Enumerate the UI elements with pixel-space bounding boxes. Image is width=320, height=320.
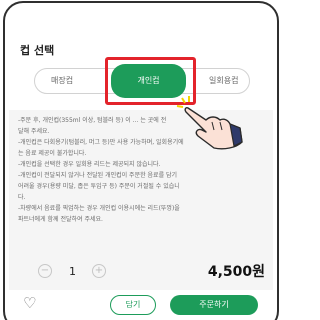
pointing-hand-icon [176,96,243,150]
order-button[interactable]: 주문하기 [170,295,258,315]
notice-line: 파트너에게 함께 전달하여 주세요. [18,216,103,223]
quantity-row: − 1 + 4,500원 [0,258,282,284]
notice-line: -개인컵이 전달되지 않거나 전달된 개인컵이 주문한 음료를 담기 [18,172,178,179]
increase-quantity-button[interactable]: + [92,264,106,278]
tab-disposable-cup[interactable]: 일회용컵 [209,75,238,86]
tap-sparkle-icon [176,96,190,108]
decrease-quantity-button[interactable]: − [38,264,52,278]
notice-line: 다. [18,194,26,201]
notice-line: 어려울 경우(용량 미달, 좁은 투입구 등) 주문이 거절될 수 있습니 [18,183,180,190]
notice-line: -개인컵을 선택한 경우 일회용 리드는 제공되지 않습니다. [18,161,161,168]
heart-icon[interactable]: ♡ [23,296,36,311]
notice-line: -차량에서 음료를 픽업하는 경우 개인컵 이용시에는 리드(뚜껑)을 [18,205,180,212]
add-to-cart-button[interactable]: 담기 [110,295,156,315]
page-title: 컵 선택 [20,44,55,57]
quantity-value: 1 [69,265,76,278]
tab-store-cup[interactable]: 매장컵 [51,75,73,86]
price-total: 4,500원 [207,264,265,280]
